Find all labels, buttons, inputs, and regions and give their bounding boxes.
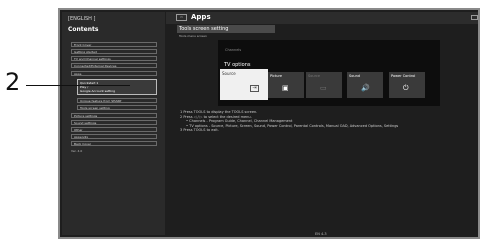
contents-title: Contents (68, 26, 99, 33)
sidebar-item-tools-screen[interactable]: Tools screen setting (77, 105, 157, 110)
screen-icon: ▭ (320, 84, 327, 92)
instructions: 1 Press TOOLS to display the TOOLS scree… (180, 110, 398, 133)
option-label: Sound (349, 74, 361, 78)
picture-icon: ▣ (282, 84, 289, 92)
callout-line (26, 85, 130, 86)
top-bar (166, 12, 478, 24)
language-label[interactable]: [ENGLISH ] (68, 16, 95, 22)
sidebar-item-tv-channel-settings[interactable]: TV and Channel settings (71, 56, 157, 61)
sidebar-item-unique-feature[interactable]: Unique feature from SHARP (77, 98, 157, 103)
option-card-source[interactable]: Source ⇥ (220, 69, 268, 100)
sidebar-item-other[interactable]: Other (71, 127, 157, 132)
sidebar-item-apps[interactable]: Apps (71, 71, 157, 76)
option-card-picture[interactable]: Picture ▣ (268, 72, 304, 98)
option-label: Source (308, 74, 321, 78)
option-card-sound[interactable]: Sound 🔊 (347, 72, 383, 98)
channels-label: Channels (225, 48, 242, 52)
sidebar-item-google-account[interactable]: Quickstart 1 Play / Google Account setti… (77, 79, 157, 95)
page-number: EN 4-3 (315, 232, 327, 236)
highlight-line-3: Google Account setting (80, 89, 115, 93)
section-subtitle: Tools menu screen (179, 34, 207, 38)
sidebar: [ENGLISH ] Contents Front Cover Getting … (62, 12, 165, 235)
sidebar-item-sound-settings[interactable]: Sound settings (71, 120, 157, 125)
section-title: Tools screen setting (177, 25, 275, 33)
step-3: 3 Press TOOLS to exit. (180, 128, 219, 133)
sidebar-item-getting-started[interactable]: Getting started (71, 49, 157, 54)
sidebar-item-appendix[interactable]: Appendix (71, 134, 157, 139)
option-card-screen[interactable]: Source ▭ (306, 72, 342, 98)
sidebar-item-back-cover[interactable]: Back Cover (71, 141, 157, 146)
option-label: Source (222, 71, 236, 76)
callout-number: 2 (5, 68, 21, 96)
version-label: Ver. 4.0 (71, 149, 83, 153)
menu-icon[interactable] (471, 15, 478, 20)
sidebar-item-connected-devices[interactable]: Connected/External Devices (71, 63, 157, 68)
tv-options-label: TV options (224, 62, 251, 68)
page-title: Apps (191, 13, 211, 21)
input-icon: ⇥ (250, 85, 259, 92)
sidebar-item-picture-settings[interactable]: Picture settings (71, 113, 157, 118)
sound-icon: 🔊 (361, 84, 370, 92)
sidebar-item-front-cover[interactable]: Front Cover (71, 42, 157, 47)
power-plug-icon: ⏻ (403, 84, 409, 92)
option-label: Power Control (391, 74, 416, 78)
option-card-power-control[interactable]: Power Control ⏻ (389, 72, 425, 98)
apps-icon[interactable]: ▭ (176, 14, 187, 21)
option-label: Picture (270, 74, 283, 78)
